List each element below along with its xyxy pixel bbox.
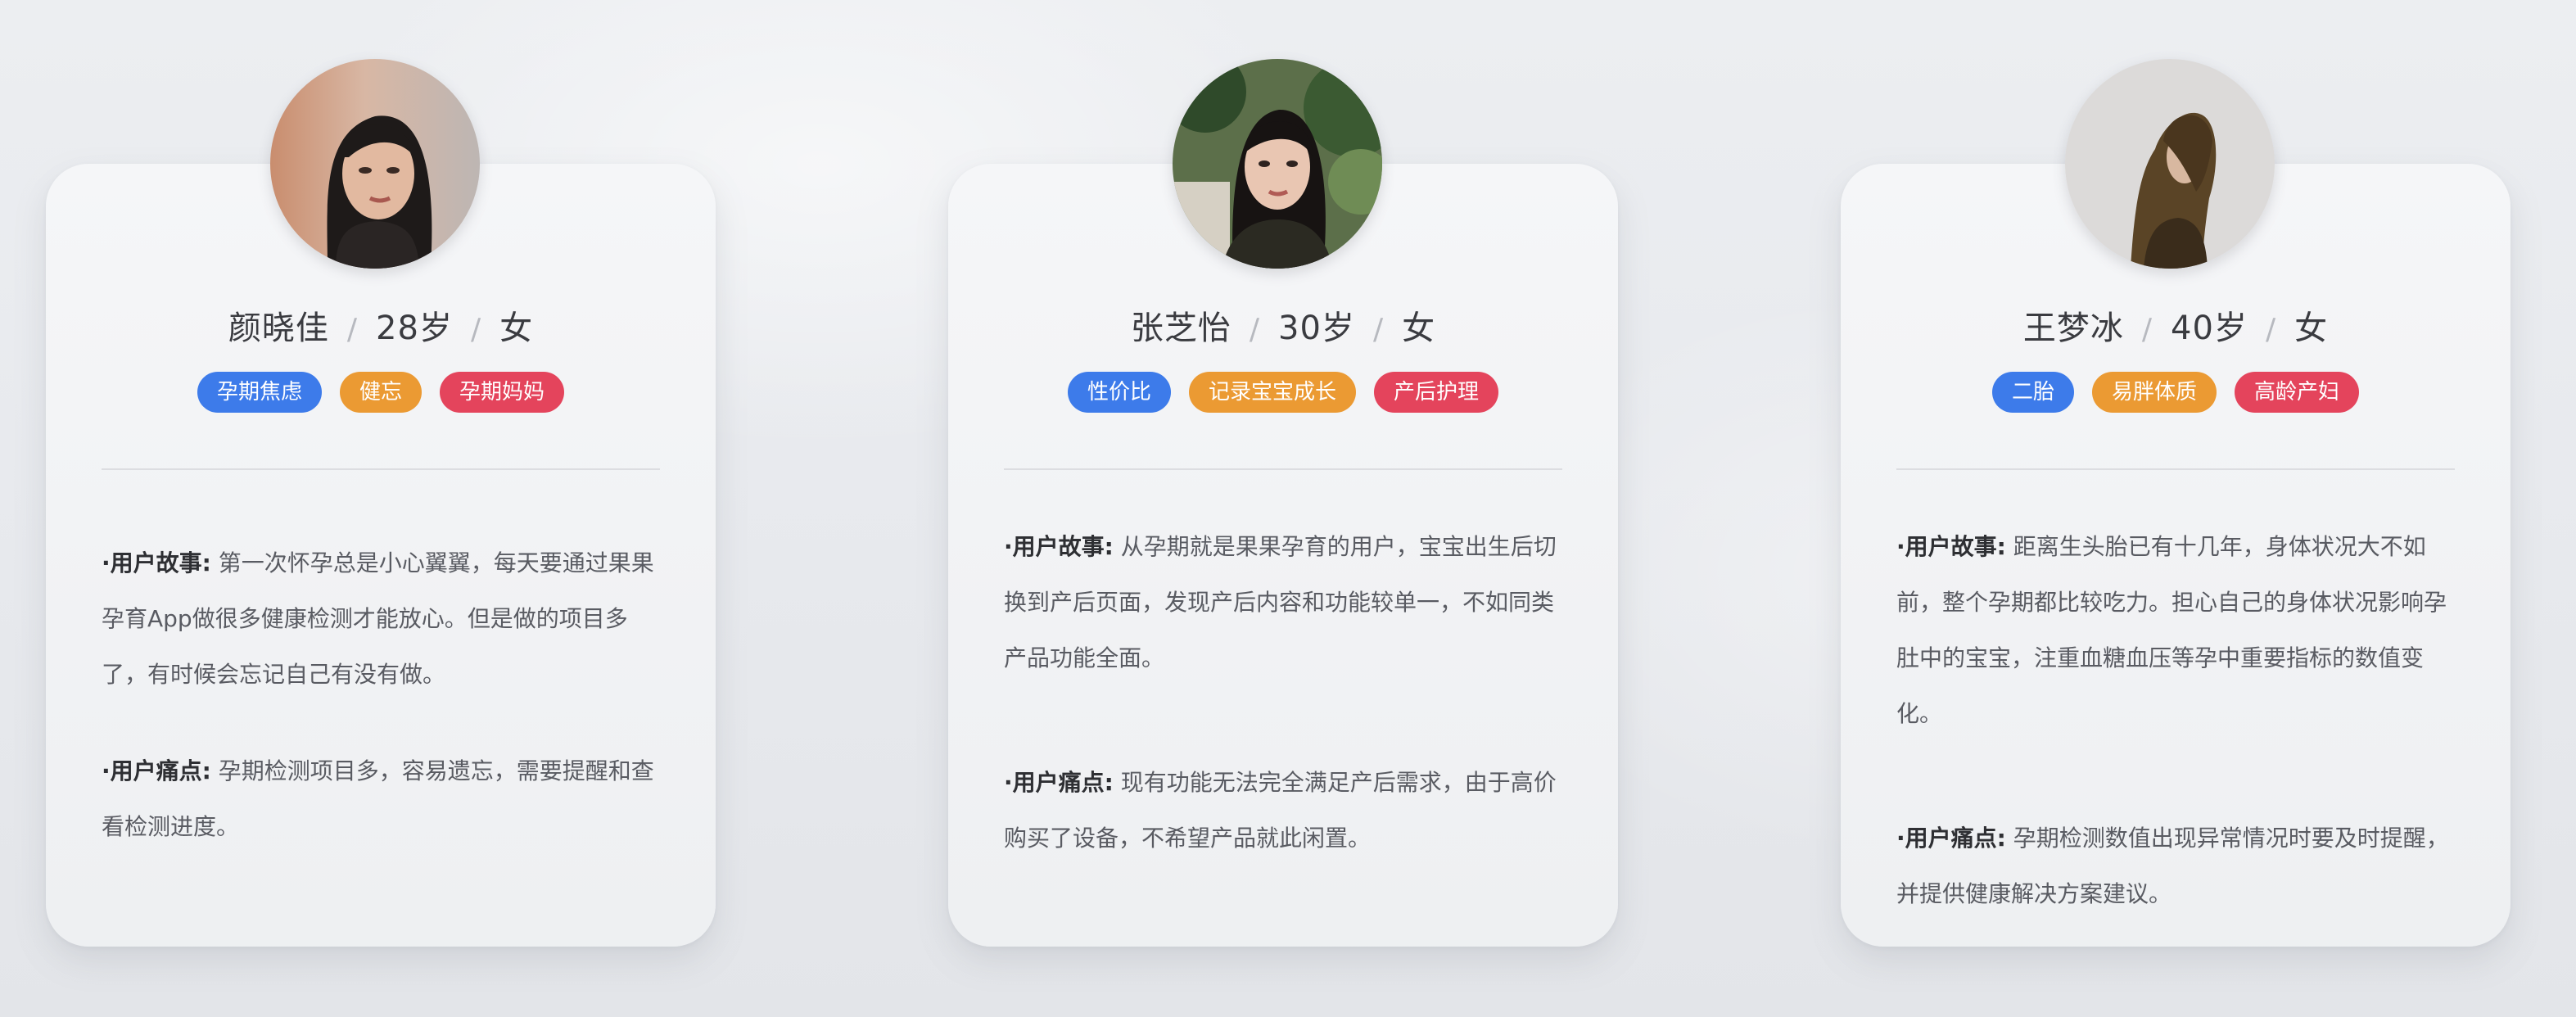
user-pain-point: ·用户痛点: 孕期检测数值出现异常情况时要及时提醒，并提供健康解决方案建议。	[1896, 811, 2461, 922]
user-story: ·用户故事: 距离生头胎已有十几年，身体状况大不如前，整个孕期都比较吃力。担心自…	[1896, 519, 2461, 742]
user-story-label: ·用户故事:	[102, 549, 211, 576]
user-story-text: 距离生头胎已有十几年，身体状况大不如前，整个孕期都比较吃力。担心自己的身体状况影…	[1896, 533, 2447, 727]
persona-title: 张芝怡 / 30岁 / 女	[948, 301, 1618, 349]
user-pain-label: ·用户痛点:	[1896, 825, 2006, 852]
persona-avatar-1	[270, 59, 480, 269]
user-story-label: ·用户故事:	[1896, 533, 2006, 560]
persona-gender: 女	[1402, 310, 1436, 347]
divider	[1896, 468, 2455, 470]
tag-badge: 高龄产妇	[2235, 372, 2360, 413]
tag-badge: 孕期妈妈	[440, 372, 565, 413]
divider	[102, 468, 660, 470]
persona-gender: 女	[499, 310, 534, 347]
separator: /	[2265, 313, 2277, 346]
persona-age: 30岁	[1278, 310, 1355, 347]
persona-avatar-2	[1173, 59, 1382, 269]
persona-card-1: 颜晓佳 / 28岁 / 女 孕期焦虑 健忘 孕期妈妈 ·用户故事: 第一次怀孕总是小心翼…	[46, 59, 716, 948]
persona-age: 40岁	[2171, 310, 2248, 347]
persona-card-3: 王梦冰 / 40岁 / 女 二胎 易胖体质 高龄产妇 ·用户故事: 距离生头胎已有十几年…	[1841, 59, 2510, 948]
user-story: ·用户故事: 从孕期就是果果孕育的用户，宝宝出生后切换到产后页面，发现产后内容和…	[1004, 519, 1569, 686]
separator: /	[1249, 313, 1261, 346]
persona-name: 颜晓佳	[228, 310, 329, 347]
tag-badge: 易胖体质	[2091, 372, 2217, 413]
persona-avatar-3	[2065, 59, 2275, 269]
persona-name: 王梦冰	[2022, 310, 2124, 347]
separator: /	[470, 313, 482, 346]
separator: /	[1372, 313, 1385, 346]
user-story: ·用户故事: 第一次怀孕总是小心翼翼，每天要通过果果孕育App做很多健康检测才能…	[102, 536, 667, 703]
tag-badge: 二胎	[1991, 372, 2074, 413]
persona-title: 颜晓佳 / 28岁 / 女	[46, 301, 716, 349]
divider	[1004, 468, 1562, 470]
separator: /	[2141, 313, 2153, 346]
user-story-label: ·用户故事:	[1004, 533, 1114, 560]
avatar-photo-icon	[1173, 59, 1382, 269]
avatar-photo-icon	[2065, 59, 2275, 269]
persona-tags: 二胎 易胖体质 高龄产妇	[1841, 372, 2510, 413]
persona-gender: 女	[2294, 310, 2329, 347]
persona-title: 王梦冰 / 40岁 / 女	[1841, 301, 2510, 349]
persona-tags: 性价比 记录宝宝成长 产后护理	[948, 372, 1618, 413]
user-pain-label: ·用户痛点:	[1004, 769, 1114, 796]
separator: /	[346, 313, 359, 346]
persona-card-2: 张芝怡 / 30岁 / 女 性价比 记录宝宝成长 产后护理 ·用户故事: 从孕期就是果果…	[948, 59, 1618, 948]
user-pain-label: ·用户痛点:	[102, 757, 211, 784]
avatar-photo-icon	[270, 59, 480, 269]
tag-badge: 性价比	[1067, 372, 1171, 413]
persona-name: 张芝怡	[1130, 310, 1232, 347]
user-pain-point: ·用户痛点: 孕期检测项目多，容易遗忘，需要提醒和查看检测进度。	[102, 744, 667, 855]
tag-badge: 记录宝宝成长	[1188, 372, 1356, 413]
tag-badge: 孕期焦虑	[197, 372, 322, 413]
tag-badge: 健忘	[339, 372, 422, 413]
tag-badge: 产后护理	[1374, 372, 1499, 413]
persona-tags: 孕期焦虑 健忘 孕期妈妈	[46, 372, 716, 413]
user-pain-point: ·用户痛点: 现有功能无法完全满足产后需求，由于高价购买了设备，不希望产品就此闲…	[1004, 755, 1569, 866]
persona-age: 28岁	[376, 310, 453, 347]
